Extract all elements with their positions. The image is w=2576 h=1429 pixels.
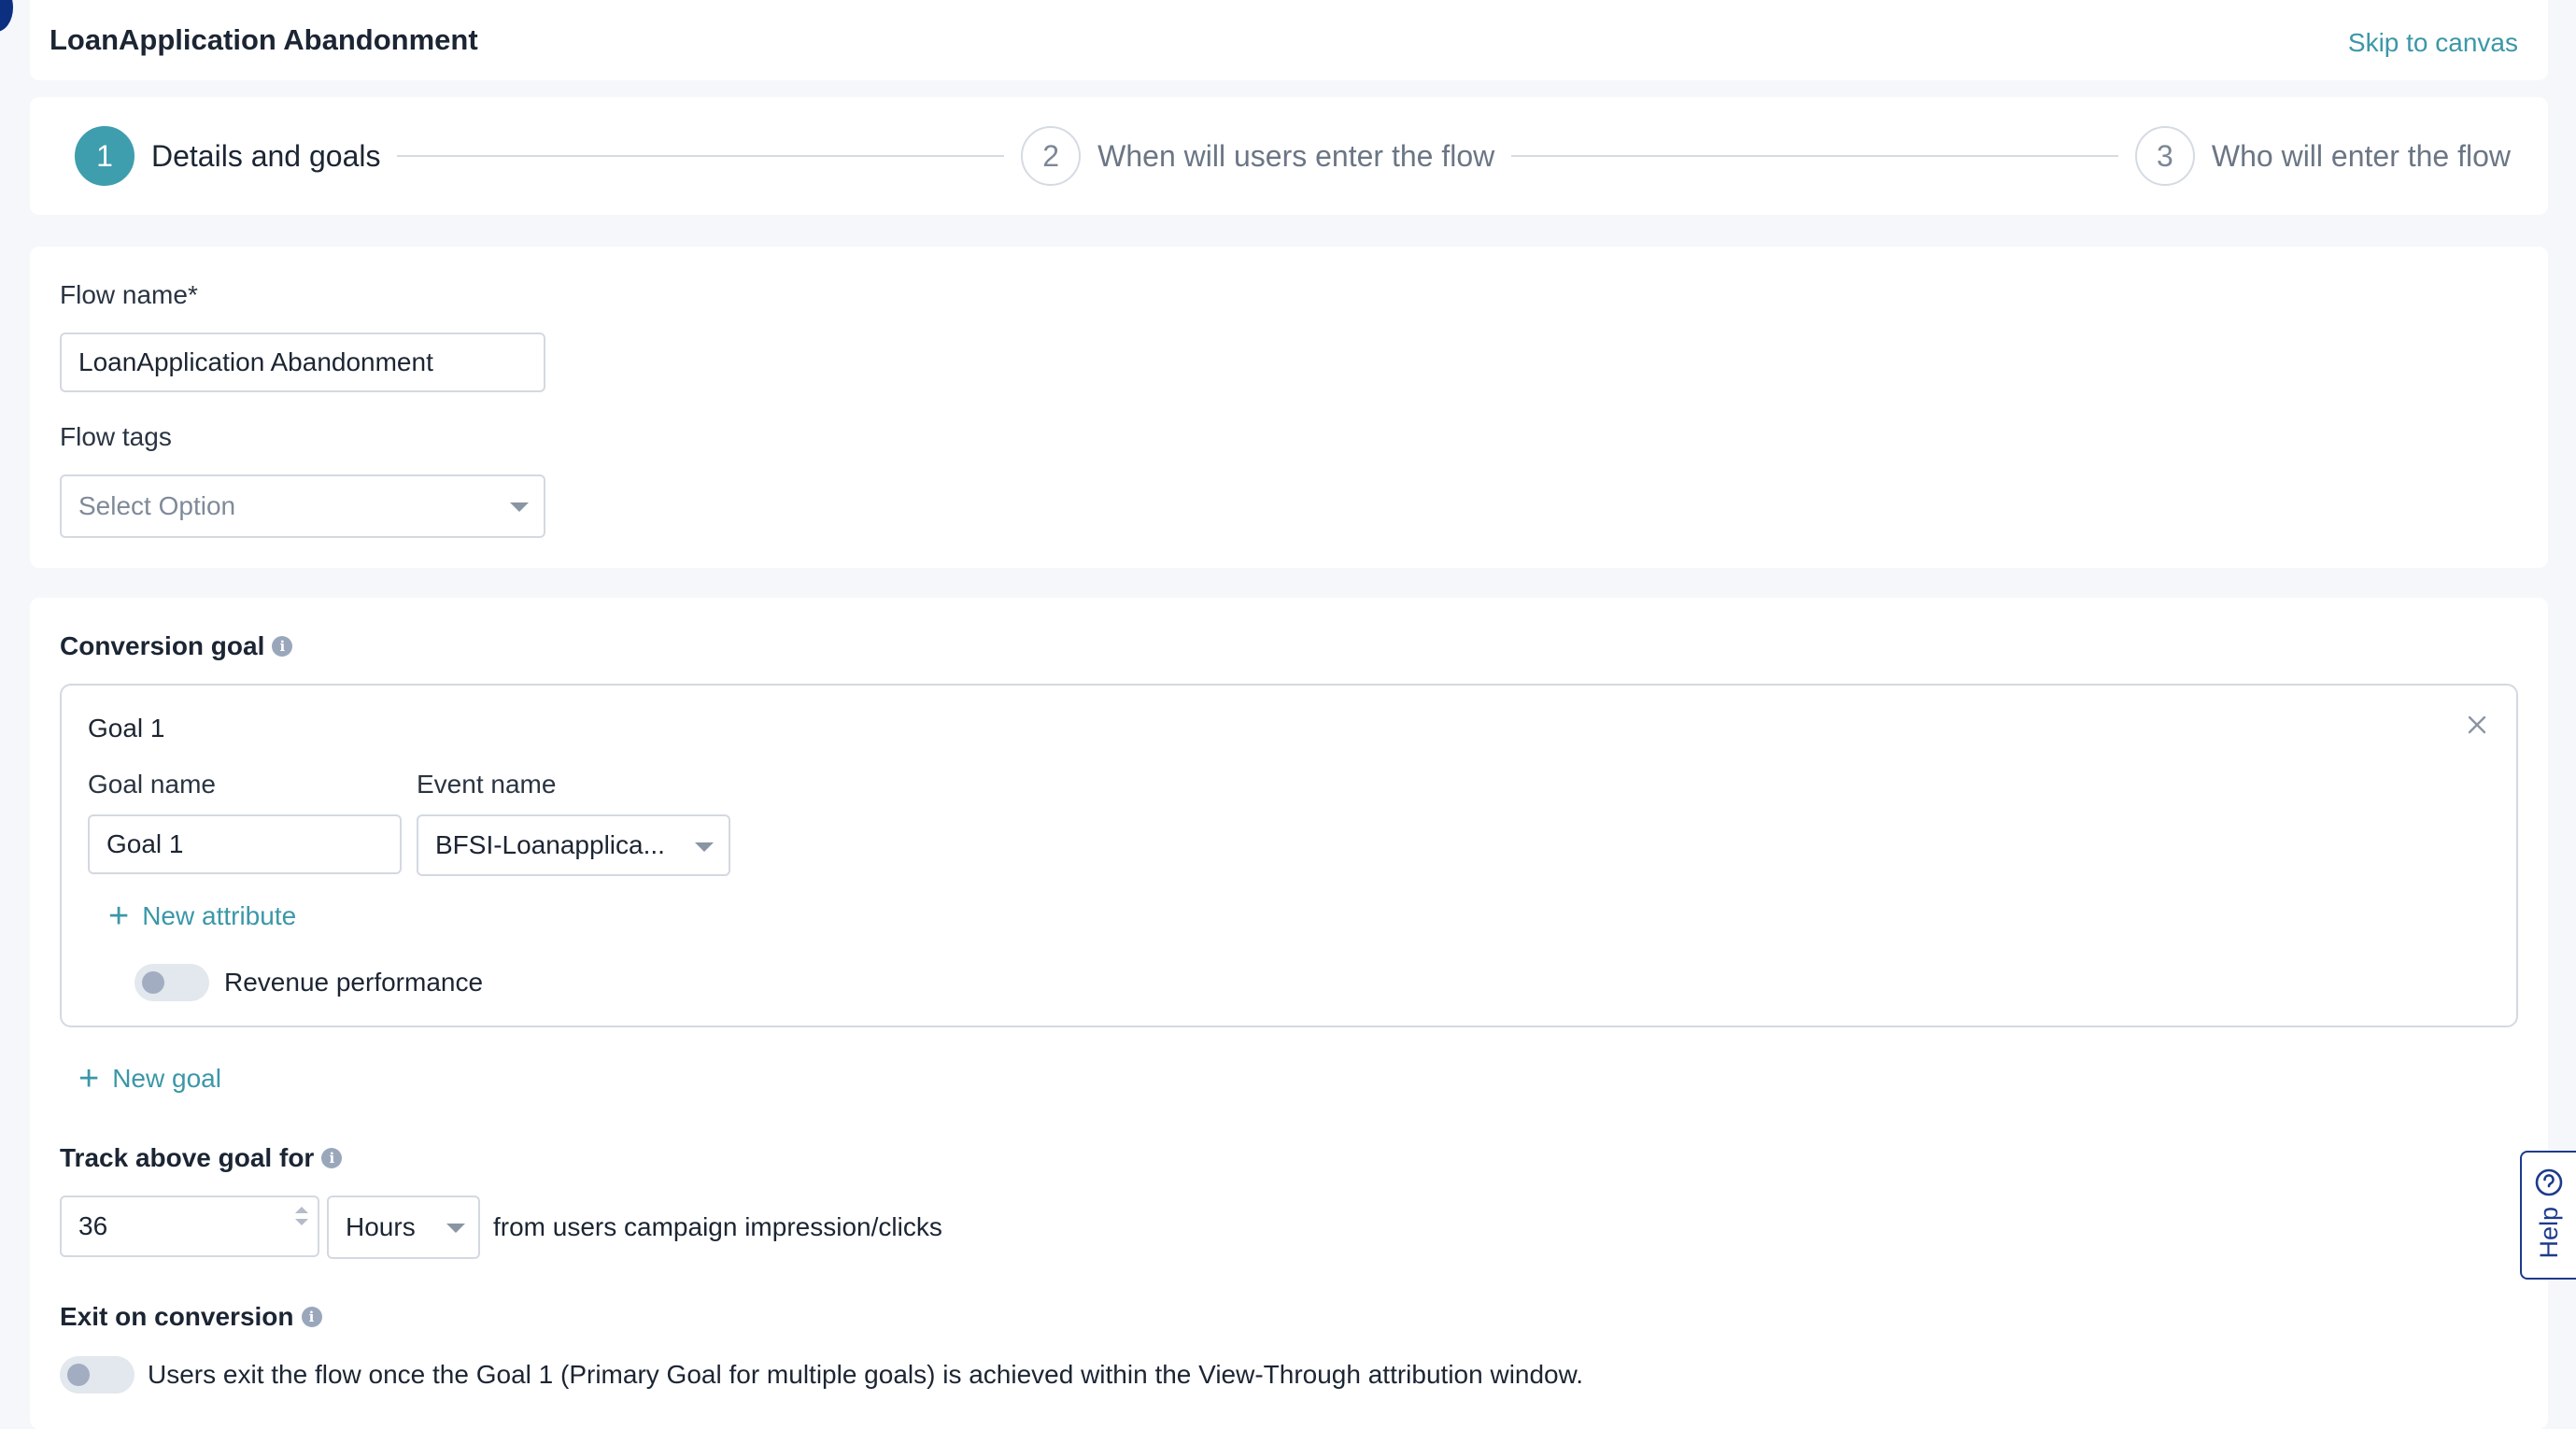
step-number: 1: [75, 126, 134, 186]
toggle-knob: [142, 971, 164, 994]
goal-title: Goal 1: [88, 714, 165, 743]
exit-on-conversion-title-text: Exit on conversion: [60, 1302, 294, 1331]
flow-tags-label: Flow tags: [60, 422, 172, 451]
step-number: 3: [2134, 126, 2195, 186]
arrow-down-icon[interactable]: [295, 1219, 308, 1225]
stepper-arrows[interactable]: [295, 1207, 308, 1225]
page-title: LoanApplication Abandonment: [50, 23, 478, 56]
chevron-down-icon: [695, 842, 714, 852]
exit-on-conversion-title: Exit on conversion i: [60, 1302, 322, 1332]
track-duration-input[interactable]: 36: [60, 1196, 319, 1257]
conversion-card: Conversion goal i Goal 1 Goal name Goal …: [30, 598, 2548, 1429]
exit-on-conversion-toggle[interactable]: [60, 1356, 134, 1394]
track-goal-title-text: Track above goal for: [60, 1143, 315, 1172]
step-details-and-goals[interactable]: 1 Details and goals: [75, 126, 380, 186]
header-bar: LoanApplication Abandonment Skip to canv…: [30, 0, 2548, 80]
step-label: Who will enter the flow: [2211, 138, 2512, 173]
close-icon[interactable]: [2466, 714, 2488, 736]
plus-icon: +: [78, 1059, 100, 1098]
conversion-goal-title-text: Conversion goal: [60, 631, 265, 660]
step-label: Details and goals: [151, 138, 381, 173]
skip-to-canvas-link[interactable]: Skip to canvas: [2348, 28, 2518, 58]
track-duration-value: 36: [78, 1211, 108, 1240]
flow-tags-select[interactable]: Select Option: [60, 474, 545, 538]
goal-name-input[interactable]: Goal 1: [88, 814, 402, 874]
goal-box: Goal 1 Goal name Goal 1 Event name BFSI-…: [60, 684, 2518, 1027]
step-number: 2: [1021, 126, 1082, 186]
revenue-performance-label: Revenue performance: [224, 968, 484, 997]
step-label: When will users enter the flow: [1097, 138, 1495, 173]
flow-name-label: Flow name*: [60, 280, 198, 309]
help-tab[interactable]: Help: [2520, 1151, 2576, 1280]
help-label: Help: [2534, 1207, 2563, 1259]
step-when-users-enter[interactable]: 2 When will users enter the flow: [1021, 126, 1494, 186]
new-attribute-button[interactable]: + New attribute: [108, 898, 296, 934]
new-goal-button[interactable]: + New goal: [78, 1061, 221, 1097]
track-unit-select[interactable]: Hours: [327, 1196, 480, 1259]
conversion-goal-title: Conversion goal i: [60, 631, 293, 661]
toggle-knob: [67, 1364, 90, 1386]
info-icon[interactable]: i: [272, 636, 293, 657]
arrow-up-icon[interactable]: [295, 1207, 308, 1213]
exit-on-conversion-text: Users exit the flow once the Goal 1 (Pri…: [148, 1360, 1584, 1389]
event-name-label: Event name: [417, 770, 557, 799]
track-suffix-text: from users campaign impression/clicks: [493, 1212, 942, 1241]
revenue-performance-toggle[interactable]: [134, 964, 209, 1001]
track-goal-title: Track above goal for i: [60, 1143, 343, 1173]
info-icon[interactable]: i: [321, 1148, 343, 1168]
stepper: 1 Details and goals 2 When will users en…: [30, 97, 2548, 215]
track-unit-value: Hours: [346, 1212, 416, 1241]
event-name-value: BFSI-Loanapplica...: [435, 830, 665, 859]
help-circle-icon: [2535, 1168, 2563, 1196]
details-card: Flow name* LoanApplication Abandonment F…: [30, 247, 2548, 568]
chevron-down-icon: [446, 1224, 465, 1233]
info-icon[interactable]: i: [301, 1307, 322, 1327]
new-goal-label: New goal: [112, 1064, 221, 1093]
plus-icon: +: [108, 897, 130, 936]
goal-name-label: Goal name: [88, 770, 216, 799]
new-attribute-label: New attribute: [142, 901, 297, 930]
corner-avatar-dot: [0, 0, 13, 32]
flow-tags-placeholder: Select Option: [78, 491, 236, 520]
step-who-will-enter[interactable]: 3 Who will enter the flow: [2134, 126, 2512, 186]
event-name-select[interactable]: BFSI-Loanapplica...: [417, 814, 730, 876]
chevron-down-icon: [510, 502, 529, 512]
step-connector: [1511, 155, 2118, 157]
flow-name-input[interactable]: LoanApplication Abandonment: [60, 332, 545, 392]
step-connector: [397, 155, 1005, 157]
